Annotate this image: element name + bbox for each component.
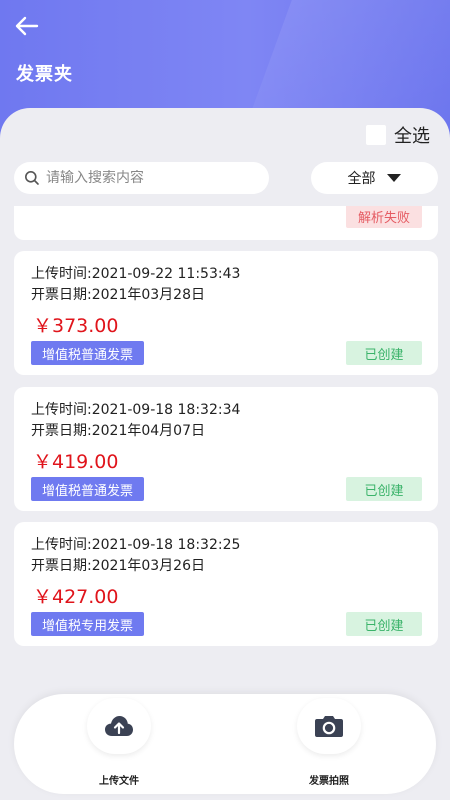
invoice-photo-label: 发票拍照 <box>309 776 349 787</box>
issue-date: 开票日期:2021年03月28日 <box>31 287 205 303</box>
invoice-type-tag: 增值税普通发票 <box>31 341 145 365</box>
issue-date: 开票日期:2021年04月07日 <box>31 423 205 439</box>
status-badge: 解析失败 <box>346 206 422 228</box>
upload-time: 上传时间:2021-09-18 18:32:34 <box>31 402 241 418</box>
status-badge: 已创建 <box>346 612 422 636</box>
page-title: 发票夹 <box>16 64 73 85</box>
invoice-amount: ￥427.00 <box>33 586 119 608</box>
status-badge: 已创建 <box>346 477 422 501</box>
back-button[interactable] <box>12 12 42 40</box>
upload-time: 上传时间:2021-09-18 18:32:25 <box>31 537 241 553</box>
invoice-card[interactable]: 解析失败 <box>14 206 438 240</box>
search-box[interactable] <box>14 162 269 194</box>
search-icon <box>25 171 39 185</box>
cloud-upload-icon <box>105 716 133 736</box>
search-input[interactable] <box>46 170 246 186</box>
select-all-toggle[interactable]: 全选 <box>366 122 430 148</box>
photo-button-circle[interactable] <box>297 698 361 754</box>
upload-button-circle[interactable] <box>87 698 151 754</box>
invoice-card[interactable]: 上传时间:2021-09-18 18:32:25 开票日期:2021年03月26… <box>14 522 438 646</box>
invoice-list[interactable]: 解析失败 上传时间:2021-09-22 11:53:43 开票日期:2021年… <box>14 206 438 656</box>
select-all-checkbox[interactable] <box>366 125 386 145</box>
filter-label: 全部 <box>347 171 376 187</box>
upload-file-button[interactable]: 上传文件 <box>64 694 174 794</box>
bottom-action-bar: 上传文件 发票拍照 <box>14 694 436 794</box>
upload-time: 上传时间:2021-09-22 11:53:43 <box>31 266 241 282</box>
issue-date: 开票日期:2021年03月26日 <box>31 558 205 574</box>
caret-down-icon <box>386 174 401 182</box>
invoice-type-tag: 增值税普通发票 <box>31 477 145 501</box>
invoice-amount: ￥373.00 <box>33 315 119 337</box>
arrow-left-icon <box>15 16 39 36</box>
invoice-card[interactable]: 上传时间:2021-09-18 18:32:34 开票日期:2021年04月07… <box>14 387 438 511</box>
invoice-card[interactable]: 上传时间:2021-09-22 11:53:43 开票日期:2021年03月28… <box>14 251 438 375</box>
invoice-type-tag: 增值税专用发票 <box>31 612 145 636</box>
camera-icon <box>315 716 343 737</box>
status-badge: 已创建 <box>346 341 422 365</box>
upload-file-label: 上传文件 <box>99 776 139 787</box>
invoice-folder-page: 发票夹 全选 全部 解析失败 上传时间:2021-09-22 11: <box>0 0 450 800</box>
invoice-amount: ￥419.00 <box>33 451 119 473</box>
invoice-photo-button[interactable]: 发票拍照 <box>274 694 384 794</box>
filter-dropdown[interactable]: 全部 <box>311 162 438 194</box>
select-all-label: 全选 <box>394 126 430 147</box>
